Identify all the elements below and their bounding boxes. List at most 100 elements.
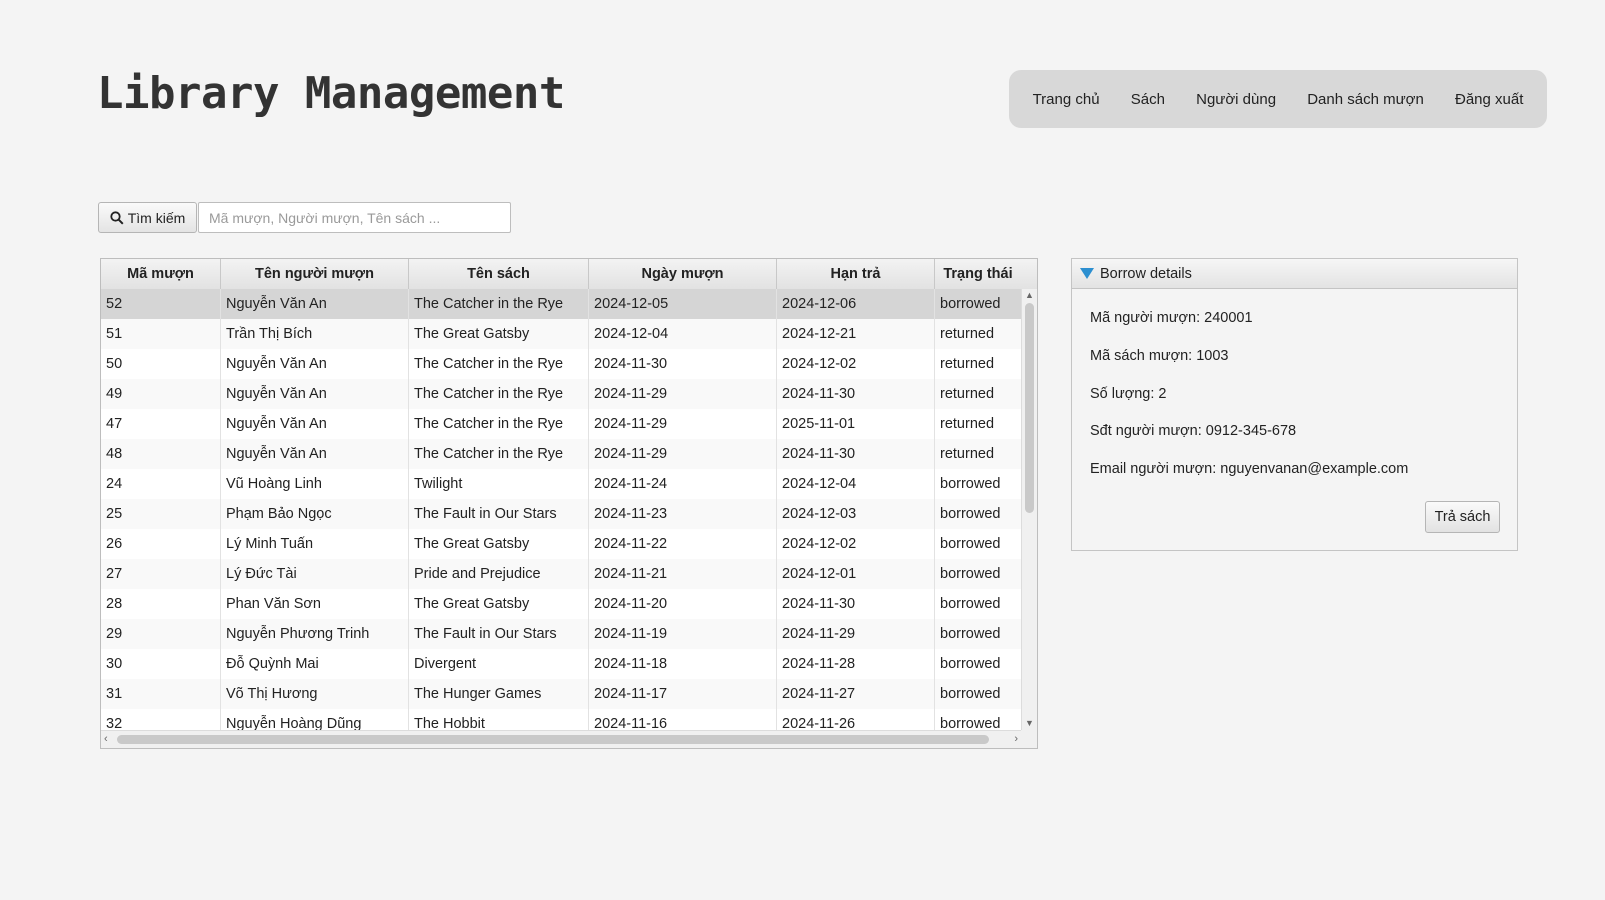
quantity-text: Số lượng: 2 xyxy=(1090,386,1167,402)
cell-borrow-date: 2024-11-29 xyxy=(589,379,777,409)
nav-borrow-list[interactable]: Danh sách mượn xyxy=(1307,91,1424,108)
cell-book-title: The Hobbit xyxy=(409,709,589,730)
table-row[interactable]: 47 Nguyễn Văn An The Catcher in the Rye 202… xyxy=(101,409,1021,439)
horizontal-scrollbar[interactable]: ‹ › xyxy=(101,730,1021,748)
cell-borrower-name: Trần Thị Bích xyxy=(221,319,409,349)
cell-status: borrowed xyxy=(940,506,1001,522)
column-header-due-date[interactable]: Hạn trả xyxy=(777,259,935,289)
cell-borrower-name: Nguyễn Văn An xyxy=(221,349,409,379)
column-header-borrower-name[interactable]: Tên người mượn xyxy=(221,259,409,289)
table-row[interactable]: 26 Lý Minh Tuấn The Great Gatsby 2024-11-22… xyxy=(101,529,1021,559)
return-book-button[interactable]: Trả sách xyxy=(1425,501,1500,533)
top-nav: Trang chủ Sách Người dùng Danh sách mượn… xyxy=(1009,70,1547,128)
cell-borrow-date: 2024-12-05 xyxy=(589,289,777,319)
table-row[interactable]: 29 Nguyễn Phương Trinh The Fault in Our St… xyxy=(101,619,1021,649)
scroll-up-icon[interactable]: ▲ xyxy=(1025,291,1034,300)
cell-book-title: The Great Gatsby xyxy=(409,319,589,349)
table-header: Mã mượn Tên người mượn Tên sách Ngày mượ… xyxy=(101,259,1037,290)
cell-borrower-name: Đỗ Quỳnh Mai xyxy=(221,649,409,679)
cell-book-title: The Hunger Games xyxy=(409,679,589,709)
nav-users[interactable]: Người dùng xyxy=(1196,91,1276,108)
cell-status: returned xyxy=(940,386,995,402)
horizontal-scroll-thumb[interactable] xyxy=(117,735,989,744)
book-id-text: Mã sách mượn: 1003 xyxy=(1090,348,1229,364)
cell-borrow-date: 2024-11-22 xyxy=(589,529,777,559)
borrow-details-header[interactable]: Borrow details xyxy=(1072,259,1517,289)
nav-logout[interactable]: Đăng xuất xyxy=(1455,91,1523,108)
table-row[interactable]: 51 Trần Thị Bích The Great Gatsby 2024-12-0… xyxy=(101,319,1021,349)
borrow-table: Mã mượn Tên người mượn Tên sách Ngày mượ… xyxy=(100,258,1038,749)
nav-home[interactable]: Trang chủ xyxy=(1033,91,1100,108)
cell-status: returned xyxy=(940,326,995,342)
table-row[interactable]: 32 Nguyễn Hoàng Dũng The Hobbit 2024-11-16 2… xyxy=(101,709,1021,730)
vertical-scrollbar[interactable]: ▲ ▼ xyxy=(1021,289,1037,730)
cell-book-title: Twilight xyxy=(409,469,589,499)
scrollbar-corner xyxy=(1021,730,1037,748)
column-header-borrow-date[interactable]: Ngày mượn xyxy=(589,259,777,289)
table-row[interactable]: 28 Phan Văn Sơn The Great Gatsby 2024-11-20… xyxy=(101,589,1021,619)
cell-due-date: 2024-12-01 xyxy=(777,559,935,589)
cell-borrow-date: 2024-11-24 xyxy=(589,469,777,499)
table-row[interactable]: 27 Lý Đức Tài Pride and Prejudice 2024-11-2… xyxy=(101,559,1021,589)
cell-borrow-id: 29 xyxy=(101,619,221,649)
column-header-book-title[interactable]: Tên sách xyxy=(409,259,589,289)
table-row[interactable]: 48 Nguyễn Văn An The Catcher in the Rye 202… xyxy=(101,439,1021,469)
table-row[interactable]: 30 Đỗ Quỳnh Mai Divergent 2024-11-18 2024-11… xyxy=(101,649,1021,679)
cell-due-date: 2024-12-02 xyxy=(777,349,935,379)
cell-borrower-name: Phạm Bảo Ngọc xyxy=(221,499,409,529)
nav-books[interactable]: Sách xyxy=(1131,91,1165,108)
cell-borrower-name: Nguyễn Văn An xyxy=(221,379,409,409)
search-input[interactable] xyxy=(198,202,511,233)
cell-due-date: 2024-11-30 xyxy=(777,439,935,469)
column-header-status[interactable]: Trạng thái xyxy=(935,259,1021,289)
vertical-scroll-thumb[interactable] xyxy=(1025,303,1034,513)
table-row[interactable]: 25 Phạm Bảo Ngọc The Fault in Our Stars 202… xyxy=(101,499,1021,529)
cell-due-date: 2024-11-30 xyxy=(777,589,935,619)
scroll-down-icon[interactable]: ▼ xyxy=(1025,719,1034,728)
cell-status: borrowed xyxy=(940,686,1001,702)
cell-borrow-id: 31 xyxy=(101,679,221,709)
cell-borrow-date: 2024-11-19 xyxy=(589,619,777,649)
cell-borrower-name: Nguyễn Phương Trinh xyxy=(221,619,409,649)
cell-book-title: Divergent xyxy=(409,649,589,679)
column-header-borrow-id[interactable]: Mã mượn xyxy=(101,259,221,289)
cell-status: borrowed xyxy=(940,716,1001,730)
cell-book-title: The Great Gatsby xyxy=(409,529,589,559)
cell-borrower-name: Lý Đức Tài xyxy=(221,559,409,589)
cell-borrower-name: Võ Thị Hương xyxy=(221,679,409,709)
table-row[interactable]: 24 Vũ Hoàng Linh Twilight 2024-11-24 2024-12… xyxy=(101,469,1021,499)
cell-borrow-date: 2024-11-18 xyxy=(589,649,777,679)
cell-due-date: 2024-12-03 xyxy=(777,499,935,529)
cell-status: returned xyxy=(940,416,995,432)
cell-book-title: The Great Gatsby xyxy=(409,589,589,619)
cell-book-title: The Fault in Our Stars xyxy=(409,499,589,529)
expand-triangle-icon xyxy=(1080,268,1094,279)
borrower-id-text: Mã người mượn: 240001 xyxy=(1090,310,1253,326)
cell-borrower-name: Phan Văn Sơn xyxy=(221,589,409,619)
scroll-right-icon[interactable]: › xyxy=(1014,734,1018,745)
phone-text: Sđt người mượn: 0912-345-678 xyxy=(1090,423,1297,439)
table-row[interactable]: 52 Nguyễn Văn An The Catcher in the Rye 202… xyxy=(101,289,1021,319)
cell-due-date: 2024-12-02 xyxy=(777,529,935,559)
cell-borrow-date: 2024-11-29 xyxy=(589,439,777,469)
cell-borrower-name: Lý Minh Tuấn xyxy=(221,529,409,559)
cell-due-date: 2024-12-04 xyxy=(777,469,935,499)
cell-status: borrowed xyxy=(940,296,1001,312)
cell-borrower-name: Nguyễn Văn An xyxy=(221,289,409,319)
table-row[interactable]: 50 Nguyễn Văn An The Catcher in the Rye 202… xyxy=(101,349,1021,379)
cell-borrow-id: 28 xyxy=(101,589,221,619)
table-row[interactable]: 49 Nguyễn Văn An The Catcher in the Rye 202… xyxy=(101,379,1021,409)
cell-borrow-date: 2024-11-30 xyxy=(589,349,777,379)
scroll-left-icon[interactable]: ‹ xyxy=(104,734,108,745)
search-button[interactable]: Tìm kiếm xyxy=(98,202,197,233)
cell-due-date: 2024-11-29 xyxy=(777,619,935,649)
table-row[interactable]: 31 Võ Thị Hương The Hunger Games 2024-11-17… xyxy=(101,679,1021,709)
cell-borrow-id: 49 xyxy=(101,379,221,409)
cell-due-date: 2024-11-26 xyxy=(777,709,935,730)
cell-due-date: 2024-12-06 xyxy=(777,289,935,319)
app-title: Library Management xyxy=(97,68,565,119)
cell-book-title: The Catcher in the Rye xyxy=(409,379,589,409)
cell-borrow-date: 2024-11-29 xyxy=(589,409,777,439)
cell-status: returned xyxy=(940,446,995,462)
search-icon xyxy=(110,210,124,225)
